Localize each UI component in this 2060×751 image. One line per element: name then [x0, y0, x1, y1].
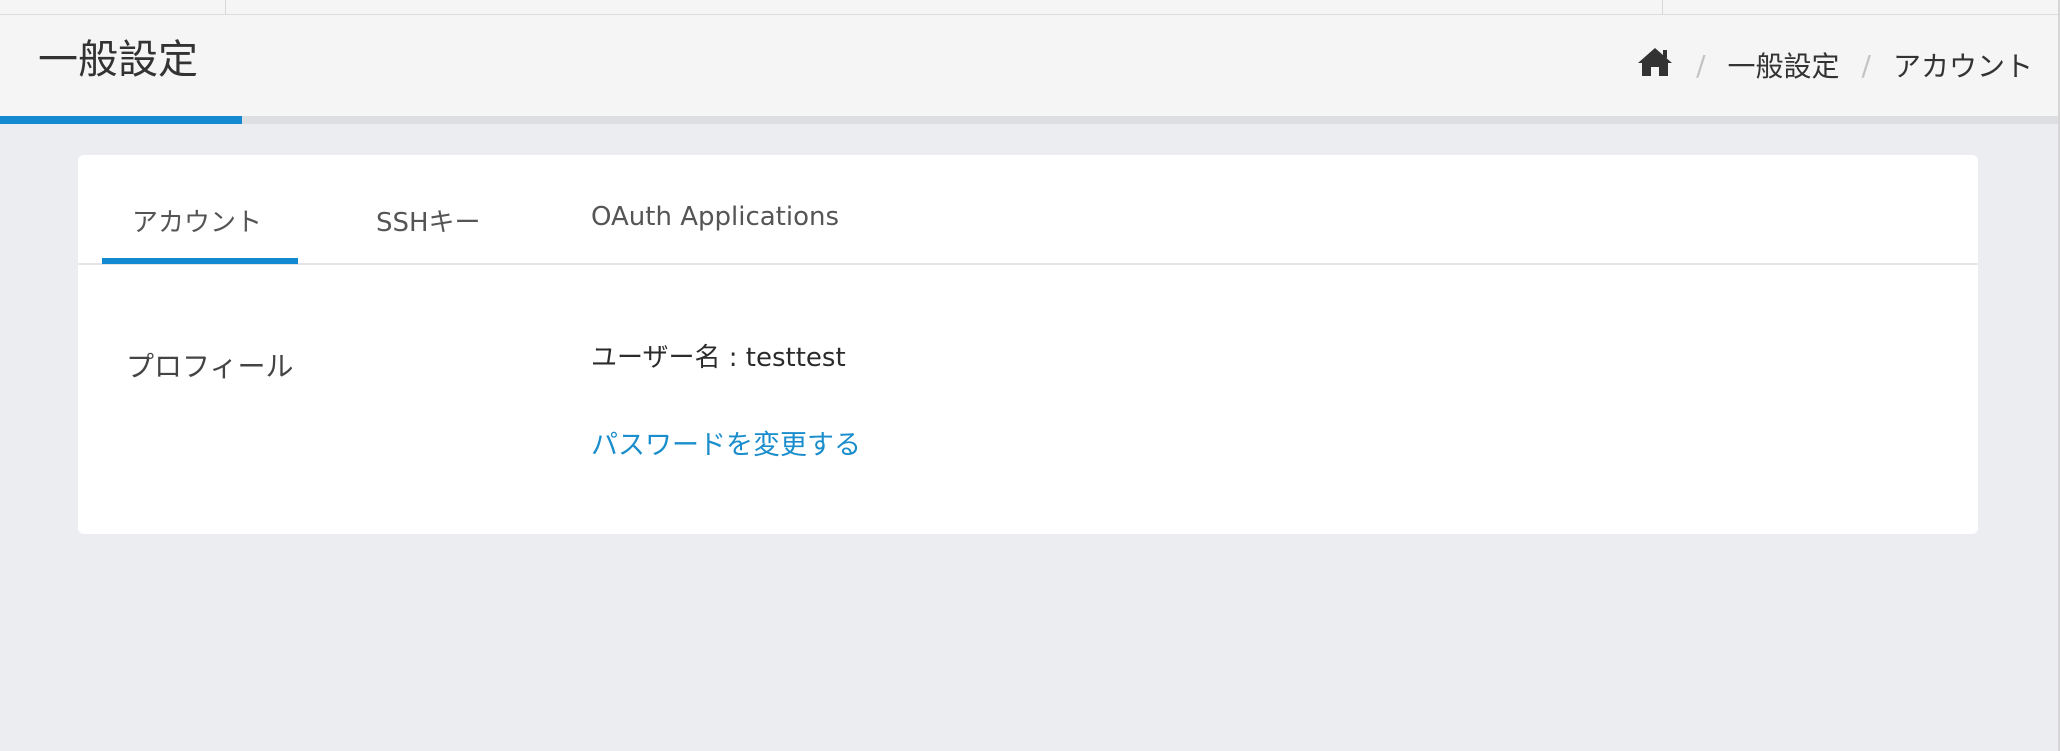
page-title: 一般設定: [38, 37, 198, 83]
breadcrumb-home[interactable]: [1636, 46, 1674, 85]
active-tab-indicator: [102, 258, 298, 264]
breadcrumb-separator: /: [1861, 48, 1871, 82]
top-strip-divider: [225, 0, 226, 14]
header-accent-bar: [0, 116, 242, 124]
breadcrumb-item-general-settings[interactable]: 一般設定: [1728, 45, 1840, 85]
username-value: testtest: [745, 343, 846, 373]
settings-card: アカウント SSHキー OAuth Applications プロフィール ユー…: [78, 155, 1978, 534]
tab-oauth-applications[interactable]: OAuth Applications: [591, 202, 839, 232]
breadcrumb: / 一般設定 / アカウント: [1636, 45, 2033, 85]
tab-ssh-keys[interactable]: SSHキー: [376, 202, 481, 239]
settings-tabs: アカウント SSHキー OAuth Applications: [78, 155, 1978, 265]
page-header: 一般設定 / 一般設定 / アカウント: [0, 15, 2060, 116]
breadcrumb-item-account: アカウント: [1892, 50, 2033, 83]
tab-account[interactable]: アカウント: [132, 202, 262, 239]
header-progress-bar: [0, 116, 2060, 124]
change-password-link[interactable]: パスワードを変更する: [591, 423, 861, 462]
profile-section-label: プロフィール: [126, 350, 294, 383]
top-strip-divider: [1662, 0, 1663, 14]
breadcrumb-separator: /: [1696, 48, 1706, 82]
username-label: ユーザー名 :: [591, 343, 746, 373]
username-row: ユーザー名 : testtest: [591, 337, 846, 374]
top-strip: [0, 0, 2060, 15]
home-icon: [1638, 47, 1673, 76]
